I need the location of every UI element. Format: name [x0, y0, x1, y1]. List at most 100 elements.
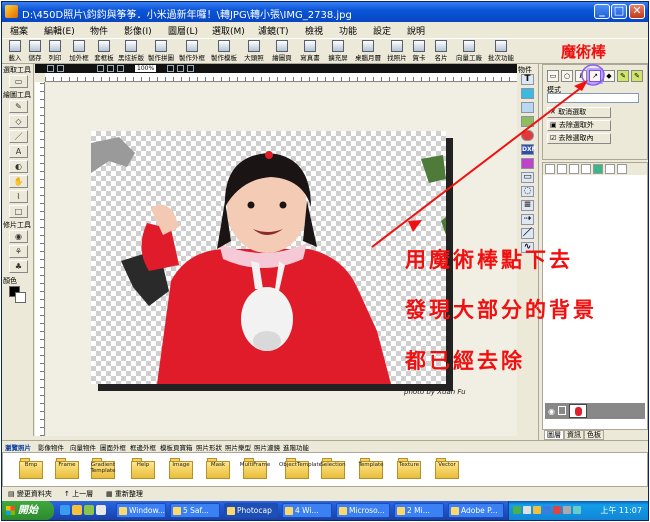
clipart-object-button[interactable] [521, 116, 534, 127]
layer-merge-icon[interactable] [617, 164, 627, 174]
refresh-button[interactable]: ▦ 重新整理 [106, 489, 143, 499]
start-button[interactable]: 開始 [2, 501, 54, 520]
menu-function[interactable]: 功能 [339, 24, 357, 37]
frame-object-button[interactable]: ▭ [521, 172, 534, 183]
tab-swatches[interactable]: 色板 [584, 430, 604, 440]
rect-select-tool[interactable]: ▭ [9, 75, 28, 88]
circle-object-button[interactable] [521, 130, 534, 141]
folder-gradient-template[interactable]: Gradient Template [89, 457, 117, 485]
tray-update-icon[interactable] [533, 506, 541, 514]
tab-photo-styles[interactable]: 照片樂型 [225, 442, 251, 452]
rotate-icon[interactable] [187, 65, 194, 72]
tab-template-box[interactable]: 模板頁寶箱 [160, 442, 193, 452]
desktop-icon[interactable] [84, 505, 94, 515]
find-photo-button[interactable]: 找照片 [385, 39, 409, 64]
id-photo-button[interactable]: 大頭照 [242, 39, 266, 64]
greeting-card-button[interactable]: 賀卡 [410, 39, 428, 64]
fit-icon[interactable] [47, 65, 54, 72]
ie-icon[interactable] [60, 505, 70, 515]
brush-tool[interactable]: ／ [9, 130, 28, 143]
zoom-in-icon[interactable] [97, 65, 104, 72]
menu-edit[interactable]: 編輯(E) [44, 24, 75, 37]
change-folder-button[interactable]: ▤ 變更資料夾 [8, 489, 52, 499]
tab-image-frames[interactable]: 圖面外框 [100, 442, 126, 452]
polygon-select-icon[interactable]: ◆ [603, 70, 615, 82]
menu-help[interactable]: 說明 [407, 24, 425, 37]
background-color-swatch[interactable] [15, 292, 26, 303]
arrow-object-button[interactable]: ⇢ [521, 214, 534, 225]
eraser-tool[interactable]: ◇ [9, 115, 28, 128]
layer-checkbox[interactable] [558, 406, 566, 415]
frame-template-button[interactable]: 套框板 [93, 39, 115, 64]
layer-lock-icon[interactable] [605, 164, 615, 174]
folder-frame[interactable]: Frame [53, 457, 81, 485]
tray-volume-icon[interactable] [543, 506, 551, 514]
tab-layers[interactable]: 圖層 [544, 430, 564, 440]
folder-image[interactable]: Image [167, 457, 195, 485]
print-button[interactable]: 列印 [46, 39, 64, 64]
hand-tool[interactable]: ✋ [9, 175, 28, 188]
line-object-button[interactable]: ／ [521, 228, 534, 239]
lasso-select-icon[interactable]: ℓ [575, 70, 587, 82]
folder-vector[interactable]: Vector [433, 457, 461, 485]
maximize-button[interactable]: □ [611, 4, 627, 19]
tab-photo-shapes[interactable]: 照片形狀 [196, 442, 222, 452]
menu-object[interactable]: 物件 [90, 24, 108, 37]
dxf-object-button[interactable]: DXF [521, 144, 536, 155]
make-puzzle-button[interactable]: 製作拼圖 [148, 39, 174, 64]
close-button[interactable]: ✕ [629, 4, 645, 19]
tray-app-icon[interactable] [513, 506, 521, 514]
task-microsoft-2[interactable]: 2 Mi... [394, 503, 444, 518]
remove-outside-button[interactable]: ▣ 去除選取外 [547, 120, 611, 131]
mode-select[interactable] [547, 93, 639, 103]
ellipse-select-icon[interactable]: ○ [561, 70, 573, 82]
task-adobe[interactable]: Adobe P... [448, 503, 504, 518]
tab-edge-frames[interactable]: 框邊外框 [130, 442, 156, 452]
menu-image[interactable]: 影像(I) [124, 24, 152, 37]
menu-file[interactable]: 檔案 [10, 24, 28, 37]
delete-layer-icon[interactable] [557, 164, 567, 174]
title-bar[interactable]: D:\450D照片\鈞鈞與筝筝．小米過新年囉！\轉JPG\轉小張\IMG_273… [2, 2, 648, 22]
remove-inside-button[interactable]: ☑ 去除選取內 [547, 133, 611, 144]
text-object-button[interactable]: T [521, 74, 534, 85]
bubble-object-button[interactable]: ◌ [521, 186, 534, 197]
task-windows-explorer[interactable]: 4 Wi... [282, 503, 332, 518]
tab-advanced[interactable]: 進階功能 [283, 442, 309, 452]
folder-help[interactable]: Help [129, 457, 157, 485]
layer-check-icon[interactable] [593, 164, 603, 174]
zoom-fit-icon[interactable] [117, 65, 124, 72]
color-select-icon[interactable]: ✎ [617, 70, 629, 82]
tray-misc-icon[interactable] [563, 506, 571, 514]
menu-filter[interactable]: 濾鏡(T) [258, 24, 289, 37]
grid-icon[interactable] [57, 65, 64, 72]
image-object-button[interactable] [521, 88, 534, 99]
tray-ime-icon[interactable] [573, 506, 581, 514]
layer-row[interactable]: ◉ [545, 403, 645, 419]
load-button[interactable]: 載入 [6, 39, 24, 64]
text-tool[interactable]: A [9, 145, 28, 158]
deselect-button[interactable]: ✕ 取消選取 [547, 107, 611, 118]
batch-function-button[interactable]: 批次功能 [486, 39, 516, 64]
pencil-tool[interactable]: ✎ [9, 100, 28, 113]
folder-multiframe[interactable]: MultiFrame [240, 457, 270, 485]
folder-objecttemplate[interactable]: ObjectTemplate [279, 457, 322, 485]
shape-object-button[interactable] [521, 102, 534, 113]
extension-screen-button[interactable]: 擴充屏 [326, 39, 350, 64]
rect-select-icon[interactable]: ▭ [547, 70, 559, 82]
explorer-icon[interactable] [72, 505, 82, 515]
folder-texture[interactable]: Texture [395, 457, 423, 485]
minimize-button[interactable]: _ [594, 4, 610, 19]
brush-select-icon[interactable]: ✎ [631, 70, 643, 82]
save-button[interactable]: 儲存 [26, 39, 44, 64]
folder-mask[interactable]: Mask [204, 457, 232, 485]
folder-template[interactable]: Template [357, 457, 385, 485]
add-frame-button[interactable]: 加外框 [68, 39, 90, 64]
task-photocap[interactable]: Photocap [224, 503, 278, 518]
visibility-eye-icon[interactable]: ◉ [548, 407, 555, 416]
desktop-calendar-button[interactable]: 桌腦月曆 [354, 39, 382, 64]
new-layer-icon[interactable] [545, 164, 555, 174]
menu-select[interactable]: 選取(M) [212, 24, 245, 37]
layer-props-icon[interactable] [569, 164, 579, 174]
menu-layer[interactable]: 圖層(L) [168, 24, 198, 37]
align-object-button[interactable]: ≡ [521, 200, 534, 211]
